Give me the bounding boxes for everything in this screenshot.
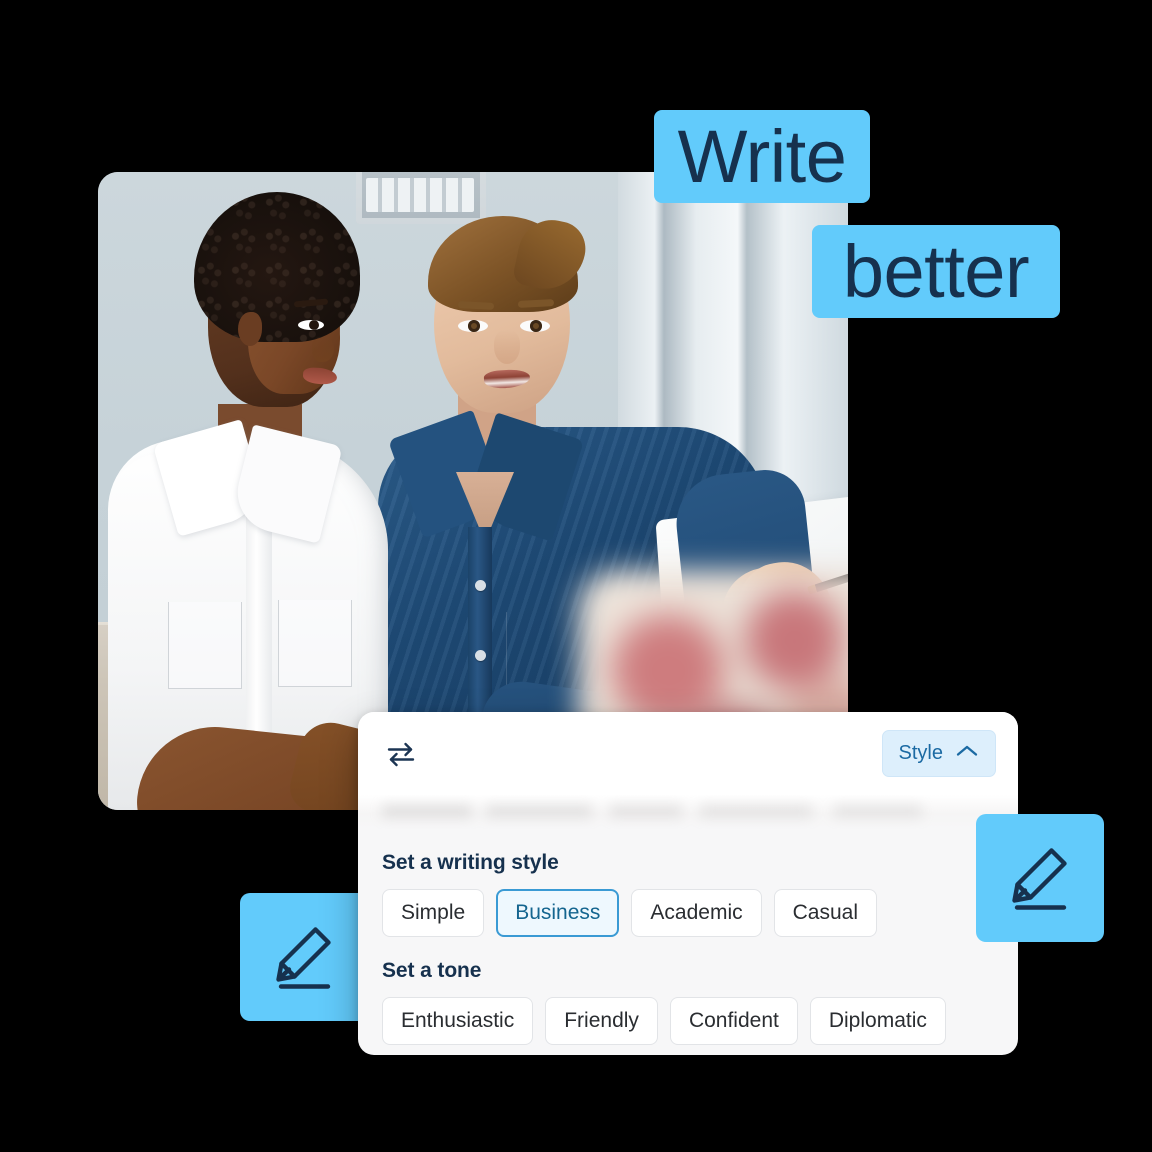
style-dropdown-button[interactable]: Style — [881, 730, 996, 777]
style-option-business[interactable]: Business — [496, 889, 620, 938]
blurred-text-line — [382, 804, 948, 818]
man-nose — [494, 330, 520, 364]
swap-arrows-icon[interactable] — [384, 737, 418, 771]
chevron-up-icon — [955, 742, 979, 765]
woman-pocket-right — [278, 600, 352, 687]
pencil-badge-right — [976, 814, 1104, 942]
pencil-badge-left — [240, 893, 368, 1021]
woman-pocket-left — [168, 602, 242, 689]
style-option-simple[interactable]: Simple — [382, 889, 485, 938]
wall-shelf-books — [366, 178, 474, 212]
page-root: Write better Style Set a writing style S… — [0, 0, 1152, 1152]
woman-eye — [298, 320, 324, 330]
tone-option-diplomatic[interactable]: Diplomatic — [809, 997, 946, 1046]
card-toolbar: Style — [358, 712, 1018, 795]
style-option-academic[interactable]: Academic — [631, 889, 762, 938]
writing-assistant-card: Style Set a writing style Simple Busines… — [358, 712, 1018, 1055]
tone-option-confident[interactable]: Confident — [669, 997, 798, 1046]
pencil-write-icon — [268, 921, 340, 993]
tone-options: Enthusiastic Friendly Confident Diplomat… — [382, 997, 994, 1046]
writing-style-options: Simple Business Academic Casual — [382, 889, 994, 938]
headline-better-badge: better — [812, 225, 1060, 318]
style-button-label: Style — [898, 742, 943, 764]
shirt-button — [475, 580, 486, 591]
woman-ear — [238, 312, 262, 346]
headline-write-badge: Write — [654, 110, 870, 203]
man-eye-right — [520, 320, 550, 332]
shirt-button — [475, 650, 486, 661]
tone-option-friendly[interactable]: Friendly — [545, 997, 658, 1046]
headline-line-2: better — [842, 229, 1030, 313]
pencil-write-icon — [1004, 842, 1076, 914]
style-option-casual[interactable]: Casual — [773, 889, 877, 938]
headline-line-1: Write — [677, 114, 847, 198]
tone-option-enthusiastic[interactable]: Enthusiastic — [382, 997, 534, 1046]
woman-nose — [312, 336, 334, 362]
card-body: Set a writing style Simple Business Acad… — [358, 829, 1018, 1055]
blurred-text-preview — [358, 795, 1018, 829]
writing-style-heading: Set a writing style — [382, 851, 559, 874]
man-eye-left — [458, 320, 488, 332]
tone-heading: Set a tone — [382, 959, 482, 983]
